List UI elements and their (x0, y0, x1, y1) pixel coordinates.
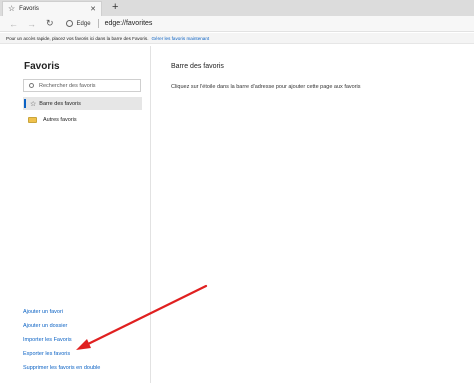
reload-button[interactable]: ↻ (46, 18, 54, 29)
tab-favoris[interactable]: ☆ Favoris ✕ (2, 1, 102, 16)
url-field[interactable]: edge://favorites (105, 20, 153, 27)
search-icon (29, 83, 34, 88)
folder-item-autres-favoris[interactable]: Autres favoris (28, 114, 77, 125)
folder-icon (28, 116, 37, 123)
address-bar: ← → ↻ Edge edge://favorites (0, 16, 474, 32)
new-tab-button[interactable]: + (112, 1, 118, 14)
export-favorites-link[interactable]: Exporter les favoris (23, 347, 100, 361)
back-button[interactable]: ← (9, 19, 18, 29)
selection-indicator (24, 99, 26, 108)
edge-icon (65, 20, 73, 27)
add-folder-link[interactable]: Ajouter un dossier (23, 319, 100, 333)
favorites-bar-message: Pour un accès rapide, placez vos favoris… (6, 35, 149, 41)
favorites-bar: Pour un accès rapide, placez vos favoris… (0, 33, 474, 44)
folder-item-barre-des-favoris[interactable]: ☆ Barre des favoris (23, 97, 142, 110)
folder-label: Barre des favoris (39, 100, 81, 107)
tab-title: Favoris (19, 6, 39, 12)
add-favorite-link[interactable]: Ajouter un favori (23, 305, 100, 319)
import-favorites-link[interactable]: Importer les Favoris (23, 333, 100, 347)
browser-label: Edge (76, 20, 91, 27)
tab-strip: ☆ Favoris ✕ + (0, 0, 474, 16)
address-separator (97, 19, 99, 28)
folder-label: Autres favoris (43, 116, 77, 123)
remove-duplicates-link[interactable]: Supprimer les favoris en double (23, 361, 100, 375)
close-tab-icon[interactable]: ✕ (90, 5, 96, 13)
sidebar-title: Favoris (24, 61, 60, 72)
main-panel: Barre des favoris Cliquez sur l'étoile d… (152, 46, 474, 383)
star-icon: ☆ (8, 4, 16, 13)
manage-favorites-link[interactable]: Gérer les favoris maintenant (151, 36, 209, 41)
sidebar-actions: Ajouter un favori Ajouter un dossier Imp… (23, 305, 100, 375)
favorites-sidebar: Favoris ☆ Barre des favoris Autres favor… (3, 46, 151, 383)
search-box[interactable] (23, 79, 141, 92)
empty-state-text: Cliquez sur l'étoile dans la barre d'adr… (171, 84, 361, 90)
forward-button[interactable]: → (27, 19, 36, 29)
main-title: Barre des favoris (171, 63, 224, 70)
search-input[interactable] (39, 82, 134, 89)
star-icon: ☆ (30, 100, 37, 108)
